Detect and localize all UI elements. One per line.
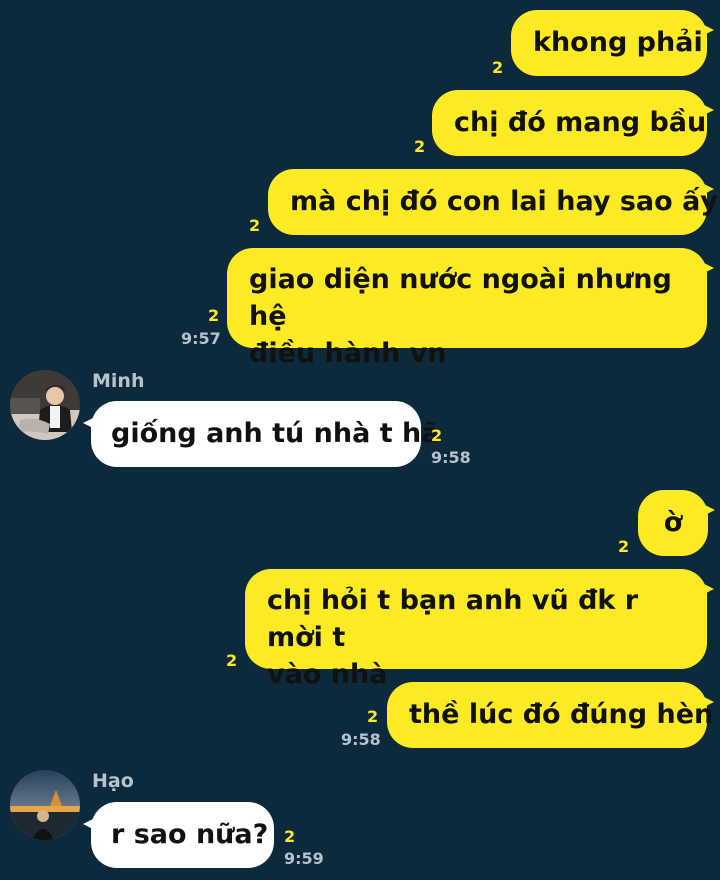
unread-count: 2 (431, 426, 443, 445)
message-timestamp: 9:58 (431, 448, 471, 467)
message-text-line: chị hỏi t bạn anh vũ đk r mời t (267, 585, 639, 653)
unread-count: 2 (618, 537, 630, 556)
unread-count: 2 (367, 707, 379, 726)
message-timestamp: 9:57 (181, 329, 221, 348)
message-text: mà chị đó con lai hay sao ấy (290, 186, 718, 217)
outgoing-message-bubble[interactable]: giao diện nước ngoài nhưng hệ điều hành … (227, 248, 714, 369)
outgoing-message-bubble[interactable]: ờ (638, 490, 715, 556)
outgoing-message-bubble[interactable]: thề lúc đó đúng hèn (387, 682, 714, 748)
unread-count: 2 (284, 827, 296, 846)
message-timestamp: 9:58 (341, 730, 381, 749)
message-text: r sao nữa? (111, 819, 269, 850)
avatar-hao[interactable] (10, 770, 80, 840)
outgoing-message-bubble[interactable]: chị hỏi t bạn anh vũ đk r mời t vào nhà (245, 569, 714, 690)
avatar-photo-icon (10, 770, 80, 840)
message-text: ờ (663, 507, 683, 538)
sender-name: Minh (92, 370, 145, 392)
message-text: chị đó mang bầu (454, 107, 707, 138)
message-text: thề lúc đó đúng hèn (409, 699, 714, 730)
sender-name: Hạo (92, 770, 134, 792)
unread-count: 2 (226, 651, 238, 670)
outgoing-message-bubble[interactable]: khong phải (511, 10, 714, 76)
unread-count: 2 (492, 58, 504, 77)
message-text-line: giao diện nước ngoài nhưng hệ (249, 264, 672, 332)
unread-count: 2 (414, 137, 426, 156)
message-timestamp: 9:59 (284, 849, 324, 868)
message-text-line: điều hành vn (249, 338, 447, 369)
incoming-message-bubble[interactable]: giống anh tú nhà t hã (83, 401, 439, 467)
avatar-minh[interactable] (10, 370, 80, 440)
incoming-message-bubble[interactable]: r sao nữa? (83, 802, 274, 868)
message-text: giống anh tú nhà t hã (111, 418, 440, 449)
outgoing-message-bubble[interactable]: chị đó mang bầu (432, 90, 714, 156)
outgoing-message-bubble[interactable]: mà chị đó con lai hay sao ấy (268, 169, 718, 235)
unread-count: 2 (249, 216, 261, 235)
avatar-photo-icon (10, 370, 80, 440)
unread-count: 2 (208, 306, 220, 325)
message-text: khong phải (533, 27, 703, 58)
